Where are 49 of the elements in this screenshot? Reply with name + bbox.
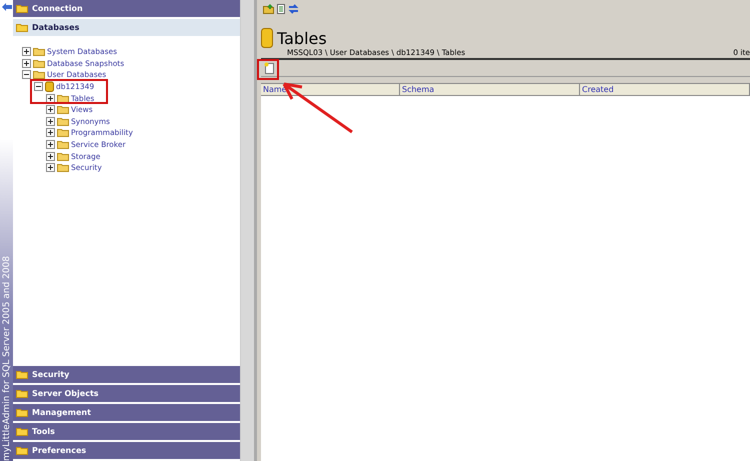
- folder-icon: [57, 163, 69, 172]
- expand-toggle[interactable]: [22, 47, 31, 56]
- document-icon[interactable]: [277, 4, 285, 14]
- expand-toggle[interactable]: [46, 116, 55, 126]
- app-caption: myLittleAdmin for SQL Server 2005 and 2008: [0, 256, 12, 461]
- section-header[interactable]: Server Objects: [13, 385, 240, 402]
- section-header[interactable]: Connection: [13, 0, 240, 17]
- collapse-toggle[interactable]: [34, 82, 43, 92]
- section-header[interactable]: Management: [13, 404, 240, 421]
- expand-toggle[interactable]: [46, 128, 55, 138]
- folder-icon: [16, 446, 28, 455]
- folder-icon: [57, 152, 69, 161]
- new-document-icon[interactable]: [264, 62, 274, 74]
- collapse-toggle[interactable]: [22, 70, 31, 80]
- section-header[interactable]: Security: [13, 366, 240, 383]
- scrollbar[interactable]: [241, 0, 257, 461]
- expand-toggle[interactable]: [46, 140, 55, 150]
- expand-toggle[interactable]: [46, 163, 55, 172]
- column-header[interactable]: Created: [580, 83, 750, 96]
- expand-toggle[interactable]: [22, 58, 31, 68]
- database-icon: [45, 81, 54, 92]
- highlight-frame: [257, 59, 279, 80]
- folder-icon: [57, 116, 69, 126]
- folder-icon: [16, 427, 28, 436]
- expand-toggle[interactable]: [46, 94, 55, 103]
- expand-toggle[interactable]: [46, 105, 55, 114]
- folder-icon: [16, 408, 28, 417]
- folder-icon: [57, 140, 69, 150]
- folder-icon: [16, 389, 28, 398]
- folder-icon: [16, 4, 28, 13]
- refresh-arrows-icon[interactable]: [288, 4, 299, 14]
- folder-up-icon[interactable]: [263, 4, 274, 14]
- folder-icon: [57, 105, 69, 114]
- folder-icon: [33, 58, 45, 68]
- page-title: Tables: [277, 28, 327, 48]
- folder-icon: [16, 23, 28, 32]
- expand-toggle[interactable]: [46, 152, 55, 161]
- section-header[interactable]: Preferences: [13, 442, 240, 459]
- folder-icon: [33, 47, 45, 56]
- folder-icon: [33, 70, 45, 80]
- section-header[interactable]: Tools: [13, 423, 240, 440]
- back-arrow-icon[interactable]: [2, 3, 12, 11]
- folder-icon: [57, 94, 69, 103]
- folder-icon: [57, 128, 69, 138]
- database-icon: [261, 28, 273, 48]
- column-header[interactable]: Schema: [400, 83, 580, 96]
- section-header[interactable]: Databases: [13, 19, 240, 36]
- column-header[interactable]: Name: [261, 83, 400, 96]
- folder-icon: [16, 370, 28, 379]
